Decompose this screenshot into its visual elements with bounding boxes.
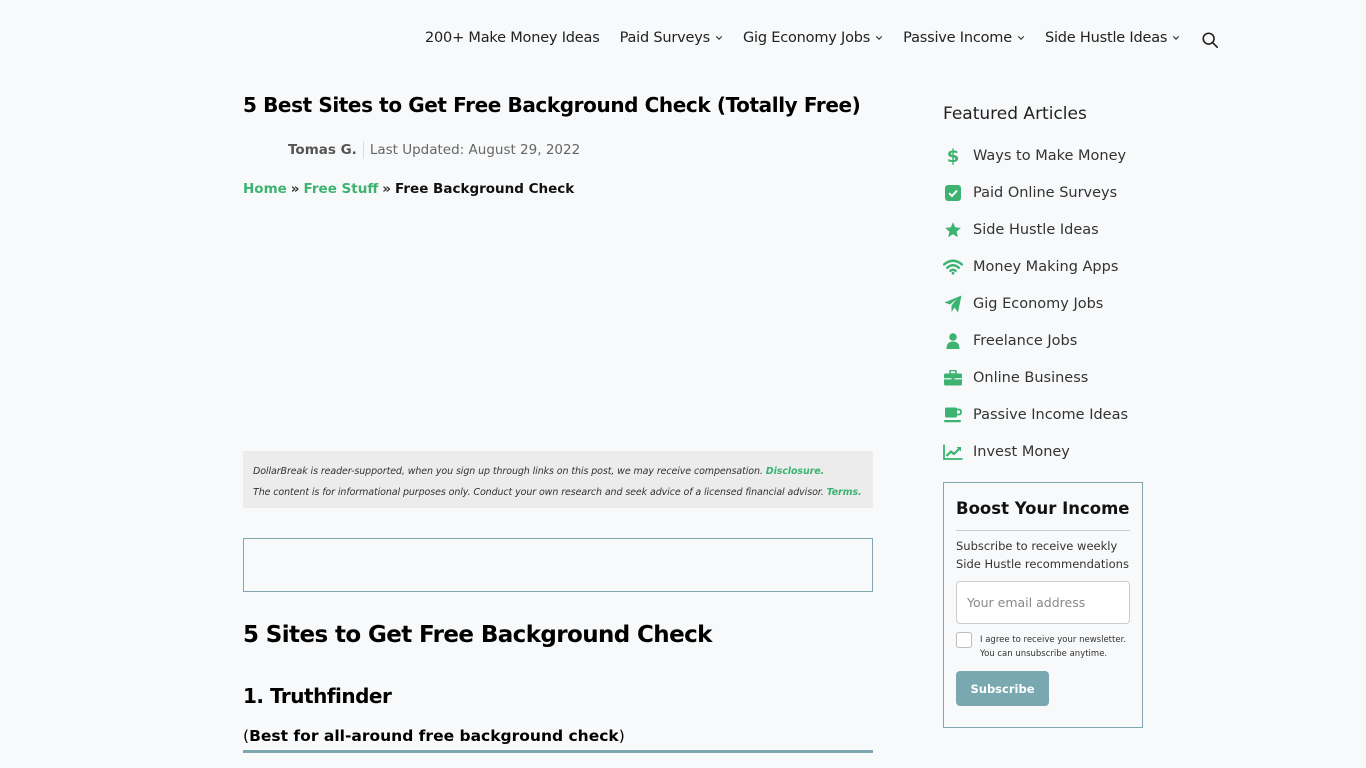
disclosure-link[interactable]: Disclosure.: [766, 466, 824, 477]
section-heading: 5 Sites to Get Free Background Check: [243, 622, 712, 648]
featured-item-gig-economy-jobs[interactable]: Gig Economy Jobs: [943, 285, 1128, 322]
featured-item-online-business[interactable]: Online Business: [943, 359, 1128, 396]
terms-text: The content is for informational purpose…: [253, 487, 824, 498]
disclosure-box: DollarBreak is reader-supported, when yo…: [243, 451, 873, 508]
author-name[interactable]: Tomas G.: [288, 142, 363, 158]
last-updated: Last Updated: August 29, 2022: [369, 142, 581, 158]
chevron-down-icon: [715, 36, 723, 40]
nav-item-side-hustle-ideas[interactable]: Side Hustle Ideas: [1045, 30, 1180, 46]
site-subtitle: (Best for all-around free background che…: [243, 727, 873, 753]
featured-item-label: Ways to Make Money: [973, 147, 1127, 164]
nav-item-label: 200+ Make Money Ideas: [425, 30, 600, 46]
nav-item-make-money-ideas[interactable]: 200+ Make Money Ideas: [425, 30, 600, 46]
featured-item-label: Invest Money: [973, 443, 1070, 460]
nav-item-label: Gig Economy Jobs: [743, 30, 871, 46]
featured-item-label: Online Business: [973, 369, 1089, 386]
breadcrumb-current: Free Background Check: [395, 181, 575, 197]
nav-menu: 200+ Make Money Ideas Paid Surveys Gig E…: [425, 30, 1200, 46]
chevron-down-icon: [1173, 36, 1180, 40]
featured-articles-list: $ Ways to Make Money Paid Online Surveys…: [943, 137, 1128, 470]
content-placeholder-box: [243, 538, 873, 592]
newsletter-title: Boost Your Income: [956, 499, 1130, 531]
featured-item-freelance-jobs[interactable]: Freelance Jobs: [943, 322, 1128, 359]
meta-divider: [362, 141, 364, 159]
chart-line-icon: [943, 442, 963, 462]
coffee-cup-icon: [943, 405, 963, 425]
featured-item-label: Side Hustle Ideas: [973, 221, 1099, 238]
featured-articles-title: Featured Articles: [943, 104, 1087, 124]
disclosure-line: DollarBreak is reader-supported, when yo…: [253, 461, 863, 482]
consent-checkbox[interactable]: [956, 632, 972, 648]
paper-plane-icon: [943, 294, 963, 314]
breadcrumb: Home» Free Stuff» Free Background Check: [243, 181, 574, 197]
featured-item-paid-online-surveys[interactable]: Paid Online Surveys: [943, 174, 1128, 211]
terms-link[interactable]: Terms.: [827, 487, 862, 498]
newsletter-widget: Boost Your Income Subscribe to receive w…: [943, 482, 1143, 728]
chevron-down-icon: [1017, 36, 1025, 40]
briefcase-icon: [943, 368, 963, 388]
nav-item-label: Paid Surveys: [619, 30, 711, 46]
user-icon: [943, 331, 963, 351]
dollar-icon: $: [943, 146, 963, 166]
featured-item-label: Paid Online Surveys: [973, 184, 1118, 201]
featured-item-label: Freelance Jobs: [973, 332, 1078, 349]
subtitle-text: Best for all-around free background chec…: [249, 727, 619, 745]
email-field[interactable]: [956, 581, 1130, 624]
top-navigation: 200+ Make Money Ideas Paid Surveys Gig E…: [0, 0, 1366, 80]
featured-item-side-hustle-ideas[interactable]: Side Hustle Ideas: [943, 211, 1128, 248]
search-icon[interactable]: [1201, 31, 1219, 49]
newsletter-description: Subscribe to receive weekly Side Hustle …: [956, 539, 1129, 571]
featured-item-ways-to-make-money[interactable]: $ Ways to Make Money: [943, 137, 1128, 174]
breadcrumb-separator: »: [382, 181, 392, 197]
site-heading-truthfinder: 1. Truthfinder: [243, 684, 392, 708]
breadcrumb-home[interactable]: Home: [243, 181, 287, 197]
featured-item-passive-income-ideas[interactable]: Passive Income Ideas: [943, 396, 1128, 433]
disclosure-text: DollarBreak is reader-supported, when yo…: [253, 466, 763, 477]
breadcrumb-separator: »: [290, 181, 300, 197]
subscribe-button[interactable]: Subscribe: [956, 671, 1049, 706]
newsletter-consent: I agree to receive your newsletter. You …: [956, 632, 1130, 661]
breadcrumb-free-stuff[interactable]: Free Stuff: [304, 181, 379, 197]
chevron-down-icon: [875, 36, 883, 40]
featured-item-label: Money Making Apps: [973, 258, 1119, 275]
wifi-icon: [943, 257, 963, 277]
featured-item-label: Passive Income Ideas: [973, 406, 1129, 423]
consent-text: I agree to receive your newsletter. You …: [980, 635, 1126, 659]
article-meta: Tomas G. Last Updated: August 29, 2022: [288, 141, 580, 159]
featured-item-invest-money[interactable]: Invest Money: [943, 433, 1128, 470]
featured-item-money-making-apps[interactable]: Money Making Apps: [943, 248, 1128, 285]
nav-item-label: Side Hustle Ideas: [1044, 30, 1168, 46]
star-icon: [943, 220, 963, 240]
page-title: 5 Best Sites to Get Free Background Chec…: [243, 93, 861, 117]
nav-item-passive-income[interactable]: Passive Income: [903, 30, 1025, 46]
nav-item-label: Passive Income: [903, 30, 1012, 46]
terms-line: The content is for informational purpose…: [253, 482, 863, 503]
nav-item-gig-economy-jobs[interactable]: Gig Economy Jobs: [743, 30, 883, 46]
svg-text:$: $: [947, 146, 960, 166]
nav-item-paid-surveys[interactable]: Paid Surveys: [620, 30, 723, 46]
checkbox-icon: [943, 183, 963, 203]
featured-item-label: Gig Economy Jobs: [973, 295, 1104, 312]
paren-close: ): [618, 727, 625, 745]
